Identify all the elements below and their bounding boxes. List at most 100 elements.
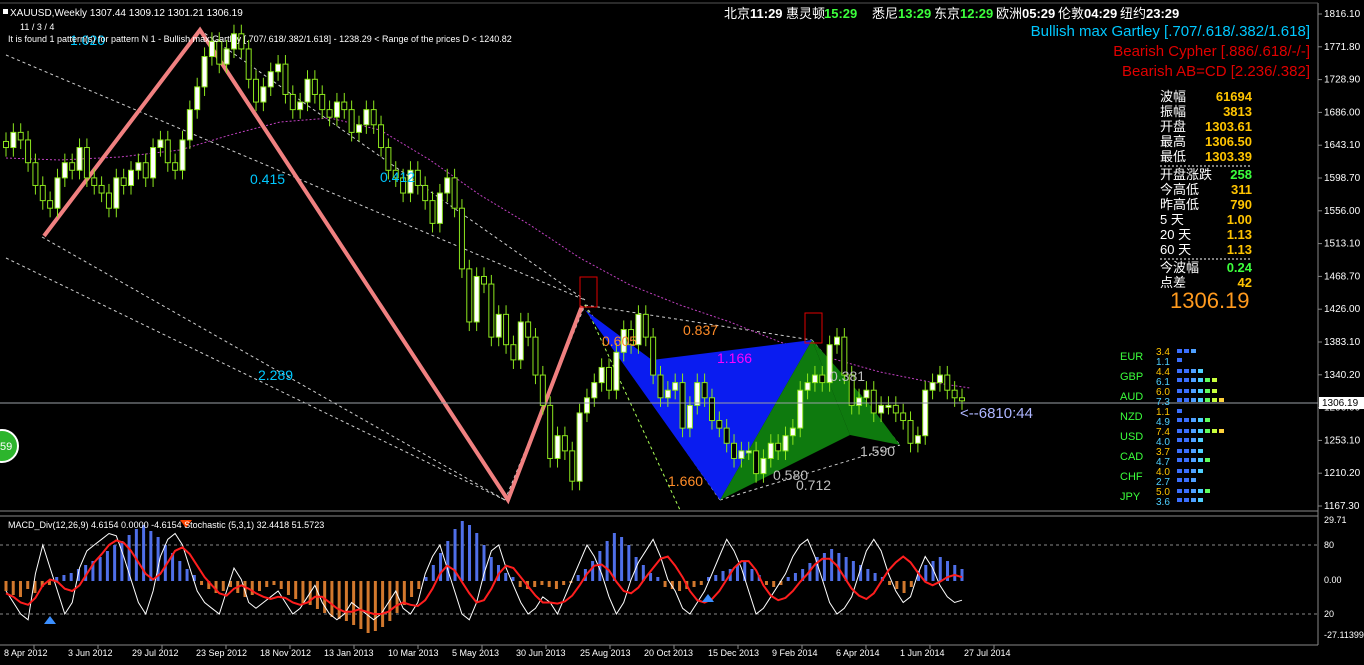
macd-histogram-bar xyxy=(178,561,182,581)
candle-body xyxy=(745,450,752,454)
macd-histogram-bar xyxy=(938,557,942,581)
macd-histogram-bar xyxy=(873,573,877,581)
candle-body xyxy=(694,382,701,406)
currency-top-bar xyxy=(1191,389,1196,393)
currency-top-bar xyxy=(1205,429,1210,433)
macd-histogram-bar xyxy=(547,581,551,587)
macd-histogram-bar xyxy=(924,565,928,581)
candle-body xyxy=(936,374,943,384)
currency-top-bar xyxy=(1184,429,1189,433)
currency-top-bar xyxy=(1205,389,1210,393)
macd-histogram-bar xyxy=(895,581,899,589)
macd-histogram-bar xyxy=(576,575,580,581)
macd-histogram-bar xyxy=(822,553,826,581)
currency-bottom-bar xyxy=(1205,418,1210,422)
y-tick-label: 1210.20 xyxy=(1324,468,1361,479)
currency-name: AUD xyxy=(1120,391,1143,403)
stat-label: 今波幅 xyxy=(1160,260,1199,275)
candle-body xyxy=(17,131,24,141)
currency-top-bar xyxy=(1205,489,1210,493)
macd-histogram-bar xyxy=(424,577,428,581)
currency-top-bar xyxy=(1191,489,1196,493)
stat-value: 258 xyxy=(1230,167,1252,182)
currency-bottom-bar xyxy=(1177,458,1182,462)
indicator-header: MACD_Div(12,26,9) 4.6154 0.0000 -4.6154 … xyxy=(8,520,324,530)
y-tick-label: 1513.10 xyxy=(1324,239,1361,250)
macd-histogram-bar xyxy=(772,581,776,587)
macd-histogram-bar xyxy=(301,581,305,603)
macd-histogram-bar xyxy=(888,581,892,585)
macd-histogram-bar xyxy=(105,551,109,581)
candle-body xyxy=(429,200,436,224)
candle-body xyxy=(863,389,870,399)
currency-bottom-bar xyxy=(1191,418,1196,422)
candle-body xyxy=(760,457,767,475)
swing-ratio-label: 0.712 xyxy=(796,477,831,493)
currency-top-bar xyxy=(1191,449,1196,453)
currency-bottom-bar xyxy=(1205,458,1210,462)
currency-top-bar xyxy=(1177,429,1182,433)
y-tick-label: 1426.00 xyxy=(1324,304,1361,315)
candle-body xyxy=(223,48,230,65)
y-tick-label: 1598.70 xyxy=(1324,173,1361,184)
pattern-list-item: Bearish AB=CD [2.236/.382] xyxy=(1122,63,1310,80)
stat-label: 振幅 xyxy=(1160,104,1186,119)
currency-bottom-bar xyxy=(1184,398,1189,402)
y-tick-label: 1686.00 xyxy=(1324,107,1361,118)
candle-body xyxy=(664,389,671,399)
macd-histogram-bar xyxy=(431,565,435,581)
candle-body xyxy=(613,351,620,391)
currency-top-bar xyxy=(1219,429,1224,433)
candle-body xyxy=(672,382,679,391)
candle-body xyxy=(113,177,120,209)
x-tick-label: 13 Jan 2013 xyxy=(324,648,374,658)
candle-body xyxy=(598,366,605,384)
y-tick-label: 1468.70 xyxy=(1324,271,1361,282)
candle-body xyxy=(892,404,899,414)
currency-bottom-bar xyxy=(1212,378,1217,382)
candle-body xyxy=(370,109,377,126)
macd-histogram-bar xyxy=(612,533,616,581)
indicator-y-tick-label: 80 xyxy=(1324,540,1334,550)
macd-histogram-bar xyxy=(866,569,870,581)
candle-body xyxy=(525,321,532,338)
candle-body xyxy=(3,140,9,149)
candle-body xyxy=(959,397,965,402)
candle-body xyxy=(253,78,260,103)
stat-label: 今高低 xyxy=(1160,182,1199,197)
candle-body xyxy=(135,162,142,171)
macd-histogram-bar xyxy=(337,581,341,619)
candle-body xyxy=(929,382,936,391)
candle-body xyxy=(216,40,223,65)
currency-name: USD xyxy=(1120,431,1143,443)
macd-histogram-bar xyxy=(4,581,8,591)
macd-histogram-bar xyxy=(591,561,595,581)
macd-histogram-bar xyxy=(605,541,609,581)
stat-value: 311 xyxy=(1231,182,1252,197)
candle-body xyxy=(606,366,613,391)
currency-bottom-bar xyxy=(1212,398,1217,402)
currency-bottom-bar xyxy=(1205,378,1210,382)
macd-histogram-bar xyxy=(373,581,377,631)
candle-body xyxy=(657,374,664,399)
clock-city: 纽约 xyxy=(1120,6,1146,21)
big-price: 1306.19 xyxy=(1170,288,1250,313)
y-tick-label: 1643.10 xyxy=(1324,140,1361,151)
candle-body xyxy=(164,139,171,164)
indicator-y-tick-label: -27.11399 xyxy=(1324,630,1364,640)
currency-top-bar xyxy=(1177,349,1182,353)
macd-histogram-bar xyxy=(851,561,855,581)
currency-top-bar xyxy=(1177,409,1182,413)
x-tick-label: 10 Mar 2013 xyxy=(388,648,439,658)
x-tick-label: 29 Jul 2012 xyxy=(132,648,179,658)
candle-body xyxy=(69,162,76,171)
candle-body xyxy=(561,435,568,452)
candle-body xyxy=(39,184,46,202)
candle-body xyxy=(811,374,818,384)
currency-top-bar xyxy=(1198,449,1203,453)
currency-name: CHF xyxy=(1120,471,1143,483)
macd-histogram-bar xyxy=(113,545,117,581)
currency-top-bar xyxy=(1177,369,1182,373)
macd-histogram-bar xyxy=(735,565,739,581)
price-chart-svg[interactable]: 1.0200.415 0.4122.2890.6050.8371.1661.660… xyxy=(0,0,1364,660)
